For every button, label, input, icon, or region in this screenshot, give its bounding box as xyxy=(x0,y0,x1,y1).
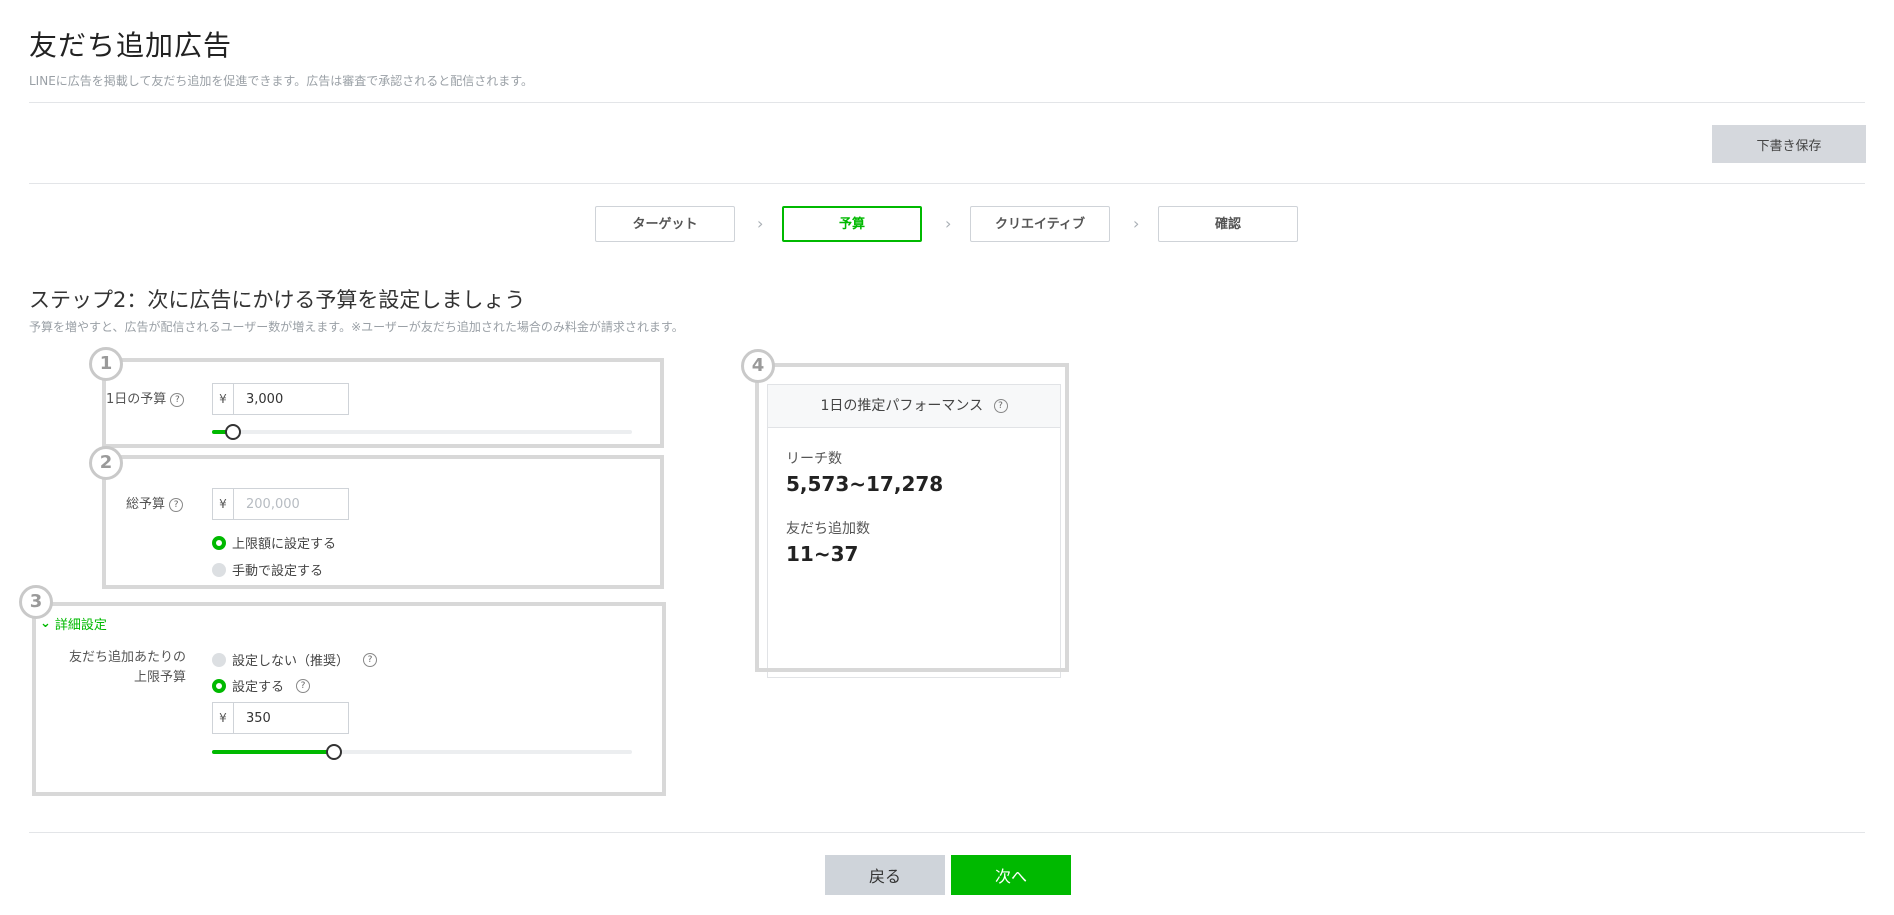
radio-set-cap[interactable]: 設定する ? xyxy=(212,676,311,695)
advanced-settings-panel xyxy=(32,602,666,796)
cap-budget-field: ¥ xyxy=(212,702,349,734)
total-budget-panel xyxy=(102,455,664,589)
advanced-toggle-label: 詳細設定 xyxy=(54,618,107,633)
daily-budget-slider[interactable] xyxy=(212,424,632,440)
radio-limit[interactable]: 上限額に設定する xyxy=(212,533,336,552)
annotation-badge-1: 1 xyxy=(89,347,123,381)
performance-annotation-frame xyxy=(755,363,1069,672)
radio-selected-icon[interactable] xyxy=(212,678,226,693)
chevron-right-icon: › xyxy=(1133,214,1140,233)
radio-limit-label: 上限額に設定する xyxy=(232,537,337,552)
yen-icon: ¥ xyxy=(213,489,234,519)
slider-handle[interactable] xyxy=(225,424,241,440)
help-icon[interactable]: ? xyxy=(363,652,378,667)
chevron-down-icon: ⌄ xyxy=(40,616,51,631)
step-creative[interactable]: クリエイティブ xyxy=(970,206,1110,242)
chevron-right-icon: › xyxy=(757,214,764,233)
next-button[interactable]: 次へ xyxy=(951,855,1071,895)
yen-icon: ¥ xyxy=(213,384,234,414)
help-icon[interactable]: ? xyxy=(296,678,311,693)
step-confirm[interactable]: 確認 xyxy=(1158,206,1298,242)
radio-unselected-icon[interactable] xyxy=(212,652,226,667)
help-icon[interactable]: ? xyxy=(170,392,185,407)
section-heading: ステップ2：次に広告にかける予算を設定しましょう xyxy=(29,288,526,312)
draft-save-button[interactable]: 下書き保存 xyxy=(1712,125,1866,163)
daily-budget-label-text: 1日の予算 xyxy=(106,392,167,407)
slider-track xyxy=(212,430,632,434)
daily-budget-input[interactable] xyxy=(234,384,348,414)
advanced-toggle[interactable]: ⌄ 詳細設定 xyxy=(40,614,107,633)
page-subtitle: LINEに広告を掲載して友だち追加を促進できます。広告は審査で承認されると配信さ… xyxy=(29,74,534,88)
radio-no-cap[interactable]: 設定しない（推奨） ? xyxy=(212,650,378,669)
total-budget-label-text: 総予算 xyxy=(126,497,166,512)
radio-no-cap-label: 設定しない（推奨） xyxy=(232,654,350,669)
step-budget[interactable]: 予算 xyxy=(782,206,922,242)
cap-budget-label-line2: 上限予算 xyxy=(133,670,186,685)
radio-manual[interactable]: 手動で設定する xyxy=(212,560,323,579)
back-button[interactable]: 戻る xyxy=(825,855,945,895)
chevron-right-icon: › xyxy=(945,214,952,233)
cap-budget-label: 友だち追加あたりの 上限予算 xyxy=(56,648,186,688)
toolbar-divider xyxy=(29,183,1865,184)
header-divider xyxy=(29,102,1865,103)
footer-divider xyxy=(29,832,1865,833)
radio-selected-icon[interactable] xyxy=(212,535,226,550)
daily-budget-label: 1日の予算 ? xyxy=(106,388,185,407)
yen-icon: ¥ xyxy=(213,703,234,733)
slider-handle[interactable] xyxy=(326,744,342,760)
total-budget-input[interactable] xyxy=(234,489,348,519)
cap-budget-slider[interactable] xyxy=(212,744,632,760)
total-budget-field: ¥ xyxy=(212,488,349,520)
cap-budget-label-line1: 友だち追加あたりの xyxy=(68,650,186,665)
help-icon[interactable]: ? xyxy=(169,497,184,512)
page-title: 友だち追加広告 xyxy=(29,29,233,62)
total-budget-label: 総予算 ? xyxy=(126,493,184,512)
annotation-badge-2: 2 xyxy=(89,446,123,480)
step-target[interactable]: ターゲット xyxy=(595,206,735,242)
daily-budget-panel xyxy=(102,358,664,448)
daily-budget-field: ¥ xyxy=(212,383,349,415)
annotation-badge-4: 4 xyxy=(741,349,775,383)
radio-set-cap-label: 設定する xyxy=(232,680,285,695)
slider-fill xyxy=(212,750,334,754)
cap-budget-input[interactable] xyxy=(234,703,348,733)
radio-manual-label: 手動で設定する xyxy=(232,564,324,579)
radio-unselected-icon[interactable] xyxy=(212,562,226,577)
section-description: 予算を増やすと、広告が配信されるユーザー数が増えます。※ユーザーが友だち追加され… xyxy=(29,320,684,334)
